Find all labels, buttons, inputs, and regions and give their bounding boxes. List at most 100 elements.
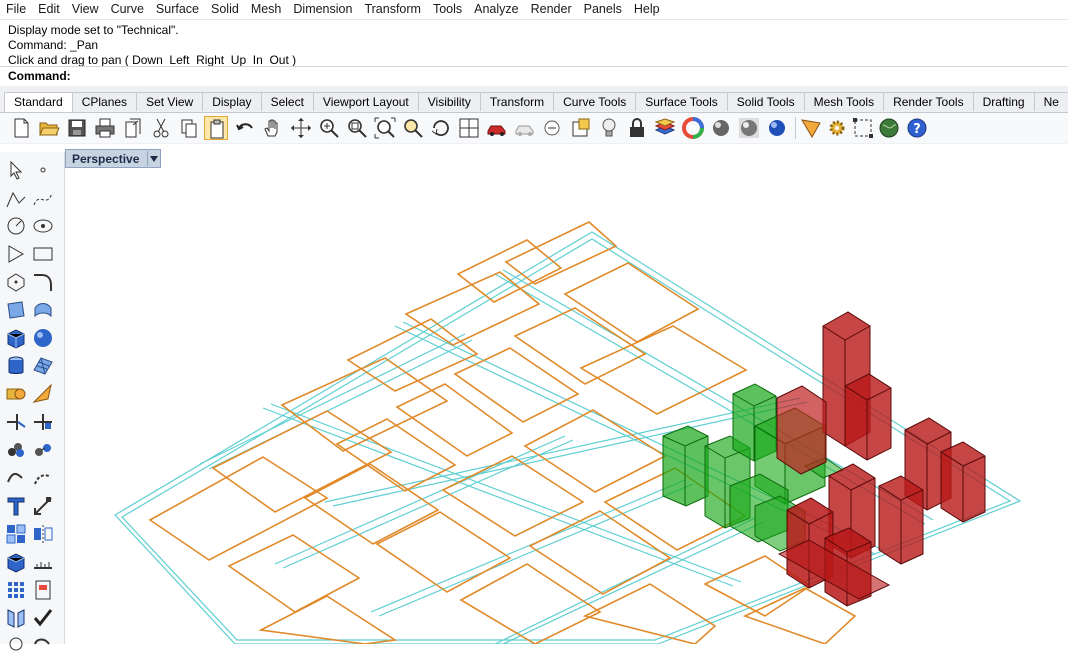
circle-icon[interactable] bbox=[4, 214, 28, 238]
menu-transform[interactable]: Transform bbox=[357, 2, 426, 16]
explode-icon[interactable] bbox=[31, 382, 55, 406]
options-gear-icon[interactable] bbox=[825, 116, 849, 140]
fillet-icon[interactable] bbox=[31, 270, 55, 294]
pan-hand-icon[interactable] bbox=[260, 116, 284, 140]
material-sphere-icon[interactable] bbox=[709, 116, 733, 140]
ruler-icon[interactable] bbox=[31, 550, 55, 574]
select-arrow-icon[interactable] bbox=[4, 158, 28, 182]
tab-viewport-layout[interactable]: Viewport Layout bbox=[312, 92, 419, 111]
split-icon[interactable] bbox=[31, 410, 55, 434]
four-viewports-icon[interactable] bbox=[457, 116, 481, 140]
open-folder-icon[interactable] bbox=[37, 116, 61, 140]
zoom-selected-icon[interactable] bbox=[401, 116, 425, 140]
tab-render-tools[interactable]: Render Tools bbox=[883, 92, 974, 111]
join-icon[interactable] bbox=[31, 438, 55, 462]
menu-panels[interactable]: Panels bbox=[577, 2, 627, 16]
bounding-icon[interactable] bbox=[31, 578, 55, 602]
menu-edit[interactable]: Edit bbox=[31, 2, 65, 16]
menu-curve[interactable]: Curve bbox=[104, 2, 149, 16]
cylinder-icon[interactable] bbox=[4, 354, 28, 378]
tab-display[interactable]: Display bbox=[202, 92, 262, 111]
mirror-icon[interactable] bbox=[31, 522, 55, 546]
rotate-view-icon[interactable] bbox=[429, 116, 453, 140]
tab-cplanes[interactable]: CPlanes bbox=[71, 92, 138, 111]
box-icon[interactable] bbox=[4, 326, 28, 350]
import-icon[interactable] bbox=[121, 116, 145, 140]
tab-solid-tools[interactable]: Solid Tools bbox=[726, 92, 805, 111]
group-icon[interactable] bbox=[4, 438, 28, 462]
menu-analyze[interactable]: Analyze bbox=[467, 2, 523, 16]
dimension-icon[interactable] bbox=[31, 494, 55, 518]
ghost-view-icon[interactable] bbox=[513, 116, 537, 140]
curve-point-icon[interactable] bbox=[31, 187, 55, 211]
help-icon[interactable]: ? bbox=[905, 116, 929, 140]
tab-curve-tools[interactable]: Curve Tools bbox=[553, 92, 637, 111]
render-sphere-icon[interactable] bbox=[737, 116, 761, 140]
paste-icon[interactable] bbox=[204, 116, 228, 140]
polyline-icon[interactable] bbox=[4, 187, 28, 211]
dimension-icon[interactable] bbox=[799, 116, 823, 140]
blue-sphere-icon[interactable] bbox=[765, 116, 789, 140]
tab-mesh-tools[interactable]: Mesh Tools bbox=[803, 92, 885, 111]
chevron-down-icon[interactable] bbox=[147, 151, 160, 166]
menu-render[interactable]: Render bbox=[524, 2, 577, 16]
tab-select[interactable]: Select bbox=[260, 92, 314, 111]
new-file-icon[interactable] bbox=[9, 116, 33, 140]
color-wheel-icon[interactable] bbox=[681, 116, 705, 140]
earth-icon[interactable] bbox=[877, 116, 901, 140]
layer-icon[interactable] bbox=[653, 116, 677, 140]
boolean-icon[interactable] bbox=[4, 382, 28, 406]
scene-canvas[interactable] bbox=[65, 146, 1068, 644]
extend-icon[interactable] bbox=[31, 466, 55, 490]
rectangle-icon[interactable] bbox=[31, 242, 55, 266]
light-bulb-icon[interactable] bbox=[597, 116, 621, 140]
menu-solid[interactable]: Solid bbox=[204, 2, 244, 16]
cplane-icon[interactable] bbox=[541, 116, 565, 140]
viewport-title-tab[interactable]: Perspective bbox=[65, 149, 162, 168]
array-icon[interactable] bbox=[4, 522, 28, 546]
tab-standard[interactable]: Standard bbox=[4, 92, 73, 112]
menu-file[interactable]: File bbox=[0, 2, 31, 16]
undo-icon[interactable] bbox=[233, 116, 257, 140]
copy-icon[interactable] bbox=[177, 116, 201, 140]
mesh-icon[interactable] bbox=[31, 354, 55, 378]
tab-surface-tools[interactable]: Surface Tools bbox=[635, 92, 728, 111]
menu-view[interactable]: View bbox=[65, 2, 104, 16]
check-icon[interactable] bbox=[31, 606, 55, 630]
rotate-icon[interactable] bbox=[31, 630, 55, 654]
lock-icon[interactable] bbox=[625, 116, 649, 140]
cut-icon[interactable] bbox=[149, 116, 173, 140]
selection-icon[interactable] bbox=[851, 116, 875, 140]
grid-icon[interactable] bbox=[4, 578, 28, 602]
surface-loft-icon[interactable] bbox=[31, 298, 55, 322]
zoom-window-icon[interactable] bbox=[345, 116, 369, 140]
menu-mesh[interactable]: Mesh bbox=[244, 2, 287, 16]
ellipse-icon[interactable] bbox=[31, 214, 55, 238]
sphere-icon[interactable] bbox=[31, 326, 55, 350]
zoom-in-icon[interactable] bbox=[317, 116, 341, 140]
save-icon[interactable] bbox=[65, 116, 89, 140]
text-icon[interactable] bbox=[4, 494, 28, 518]
tab-visibility[interactable]: Visibility bbox=[417, 92, 481, 111]
menu-dimension[interactable]: Dimension bbox=[286, 2, 357, 16]
viewport-icon[interactable] bbox=[4, 630, 28, 654]
tab-transform[interactable]: Transform bbox=[479, 92, 555, 111]
perspective-viewport[interactable]: Perspective bbox=[65, 146, 1068, 644]
menu-surface[interactable]: Surface bbox=[149, 2, 204, 16]
print-icon[interactable] bbox=[93, 116, 117, 140]
solid-box-icon[interactable] bbox=[4, 550, 28, 574]
point-icon[interactable] bbox=[31, 158, 55, 182]
car-render-icon[interactable] bbox=[485, 116, 509, 140]
menu-help[interactable]: Help bbox=[627, 2, 665, 16]
trim-icon[interactable] bbox=[4, 410, 28, 434]
book-icon[interactable] bbox=[4, 606, 28, 630]
tab-set-view[interactable]: Set View bbox=[136, 92, 204, 111]
snap-icon[interactable] bbox=[569, 116, 593, 140]
zoom-extents-icon[interactable] bbox=[373, 116, 397, 140]
tab-drafting[interactable]: Drafting bbox=[972, 92, 1035, 111]
tab-new[interactable]: Ne bbox=[1033, 92, 1068, 111]
arc-icon[interactable] bbox=[4, 242, 28, 266]
polygon-icon[interactable] bbox=[4, 270, 28, 294]
menu-tools[interactable]: Tools bbox=[426, 2, 467, 16]
offset-icon[interactable] bbox=[4, 466, 28, 490]
